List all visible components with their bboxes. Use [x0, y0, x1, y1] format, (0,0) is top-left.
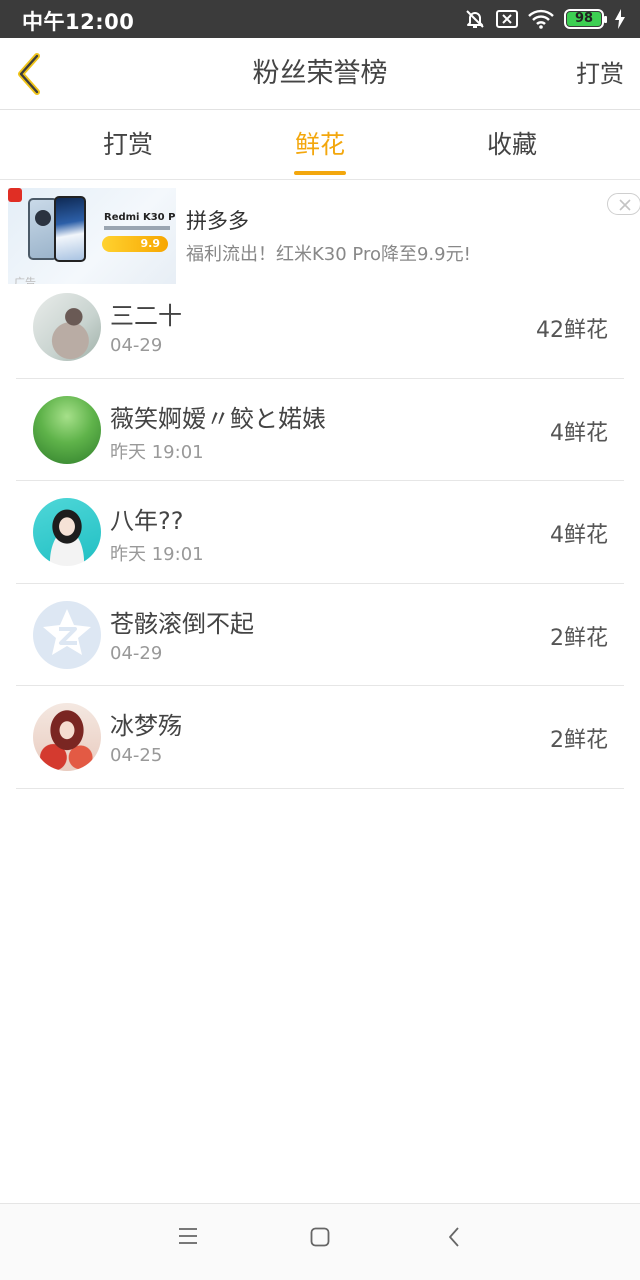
page-title: 粉丝荣誉榜: [252, 58, 388, 89]
battery-icon: 98: [564, 9, 607, 29]
flower-count: 2鲜花: [550, 625, 608, 651]
home-square-icon: [310, 1227, 330, 1247]
ad-title: 拼多多: [186, 209, 249, 233]
avatar[interactable]: [33, 600, 101, 669]
tab-reward[interactable]: 打赏: [48, 110, 208, 180]
pinduoduo-logo-icon: [8, 188, 22, 202]
flower-count: 2鲜花: [550, 728, 608, 753]
flower-count: 42鲜花: [536, 318, 608, 343]
list-item[interactable]: 薇笑婀嫒〃鲛と婼婊 昨天 19:01 4鲜花: [16, 379, 624, 481]
avatar[interactable]: [33, 293, 101, 361]
fan-date: 04-29: [110, 642, 163, 664]
fan-name: 冰梦殇: [110, 712, 182, 740]
ad-banner[interactable]: Redmi K30 Pro 9.9 广告 拼多多 福利流出！红米K30 Pro降…: [0, 181, 640, 285]
status-time: 中午12:00: [22, 10, 135, 34]
charging-bolt-icon: [615, 9, 625, 29]
ad-image-subtitle: [104, 226, 170, 230]
flower-count: 4鲜花: [550, 420, 608, 446]
fan-name: 三二十: [110, 302, 182, 330]
status-bar: 中午12:00 98: [0, 0, 640, 38]
ad-image[interactable]: Redmi K30 Pro 9.9 广告: [8, 188, 176, 284]
system-nav-bar: [0, 1203, 640, 1280]
fan-date: 昨天 19:01: [110, 544, 204, 565]
tab-flowers[interactable]: 鲜花: [240, 110, 400, 180]
ad-close-button[interactable]: [607, 193, 640, 215]
fan-date: 04-25: [110, 745, 163, 766]
fan-name: 薇笑婀嫒〃鲛と婼婊: [110, 404, 326, 433]
status-icons: 98: [464, 7, 626, 31]
back-button[interactable]: [10, 50, 54, 98]
fan-name: 八年??: [110, 507, 184, 535]
menu-button[interactable]: [168, 1226, 208, 1260]
active-tab-indicator: [294, 171, 346, 175]
tab-favorites[interactable]: 收藏: [432, 110, 592, 180]
back-icon: [449, 1227, 459, 1247]
battery-level: 98: [574, 11, 594, 26]
phone-front-image: [54, 196, 86, 262]
list-item[interactable]: 苍骸滚倒不起 04-29 2鲜花: [16, 584, 624, 686]
fan-name: 苍骸滚倒不起: [110, 609, 254, 638]
list-item[interactable]: 三二十 04-29 42鲜花: [16, 276, 624, 379]
flower-count: 4鲜花: [550, 523, 608, 548]
menu-icon: [179, 1228, 197, 1244]
back-nav-button[interactable]: [434, 1226, 474, 1260]
sim-x-icon: [496, 10, 518, 28]
default-avatar-icon: [43, 608, 91, 655]
close-icon: [619, 199, 631, 211]
avatar[interactable]: [33, 395, 101, 464]
fan-list: 三二十 04-29 42鲜花 薇笑婀嫒〃鲛と婼婊 昨天 19:01 4鲜花 八年…: [16, 276, 624, 789]
mute-bell-icon: [466, 10, 484, 28]
list-item[interactable]: 冰梦殇 04-25 2鲜花: [16, 686, 624, 789]
title-bar: 粉丝荣誉榜 打赏: [0, 38, 640, 110]
avatar[interactable]: [33, 498, 101, 566]
tab-bar: 打赏 鲜花 收藏: [0, 110, 640, 180]
fan-date: 昨天 19:01: [110, 441, 204, 463]
ad-description: 福利流出！红米K30 Pro降至9.9元!: [186, 244, 471, 265]
ad-image-price: 9.9: [102, 236, 168, 252]
chevron-left-icon: [18, 53, 40, 95]
ad-image-model: Redmi K30 Pro: [104, 212, 176, 223]
home-button[interactable]: [300, 1226, 340, 1260]
list-item[interactable]: 八年?? 昨天 19:01 4鲜花: [16, 481, 624, 584]
fan-date: 04-29: [110, 335, 163, 356]
wifi-icon: [528, 9, 554, 29]
reward-button[interactable]: 打赏: [576, 38, 624, 110]
avatar[interactable]: [33, 703, 101, 771]
